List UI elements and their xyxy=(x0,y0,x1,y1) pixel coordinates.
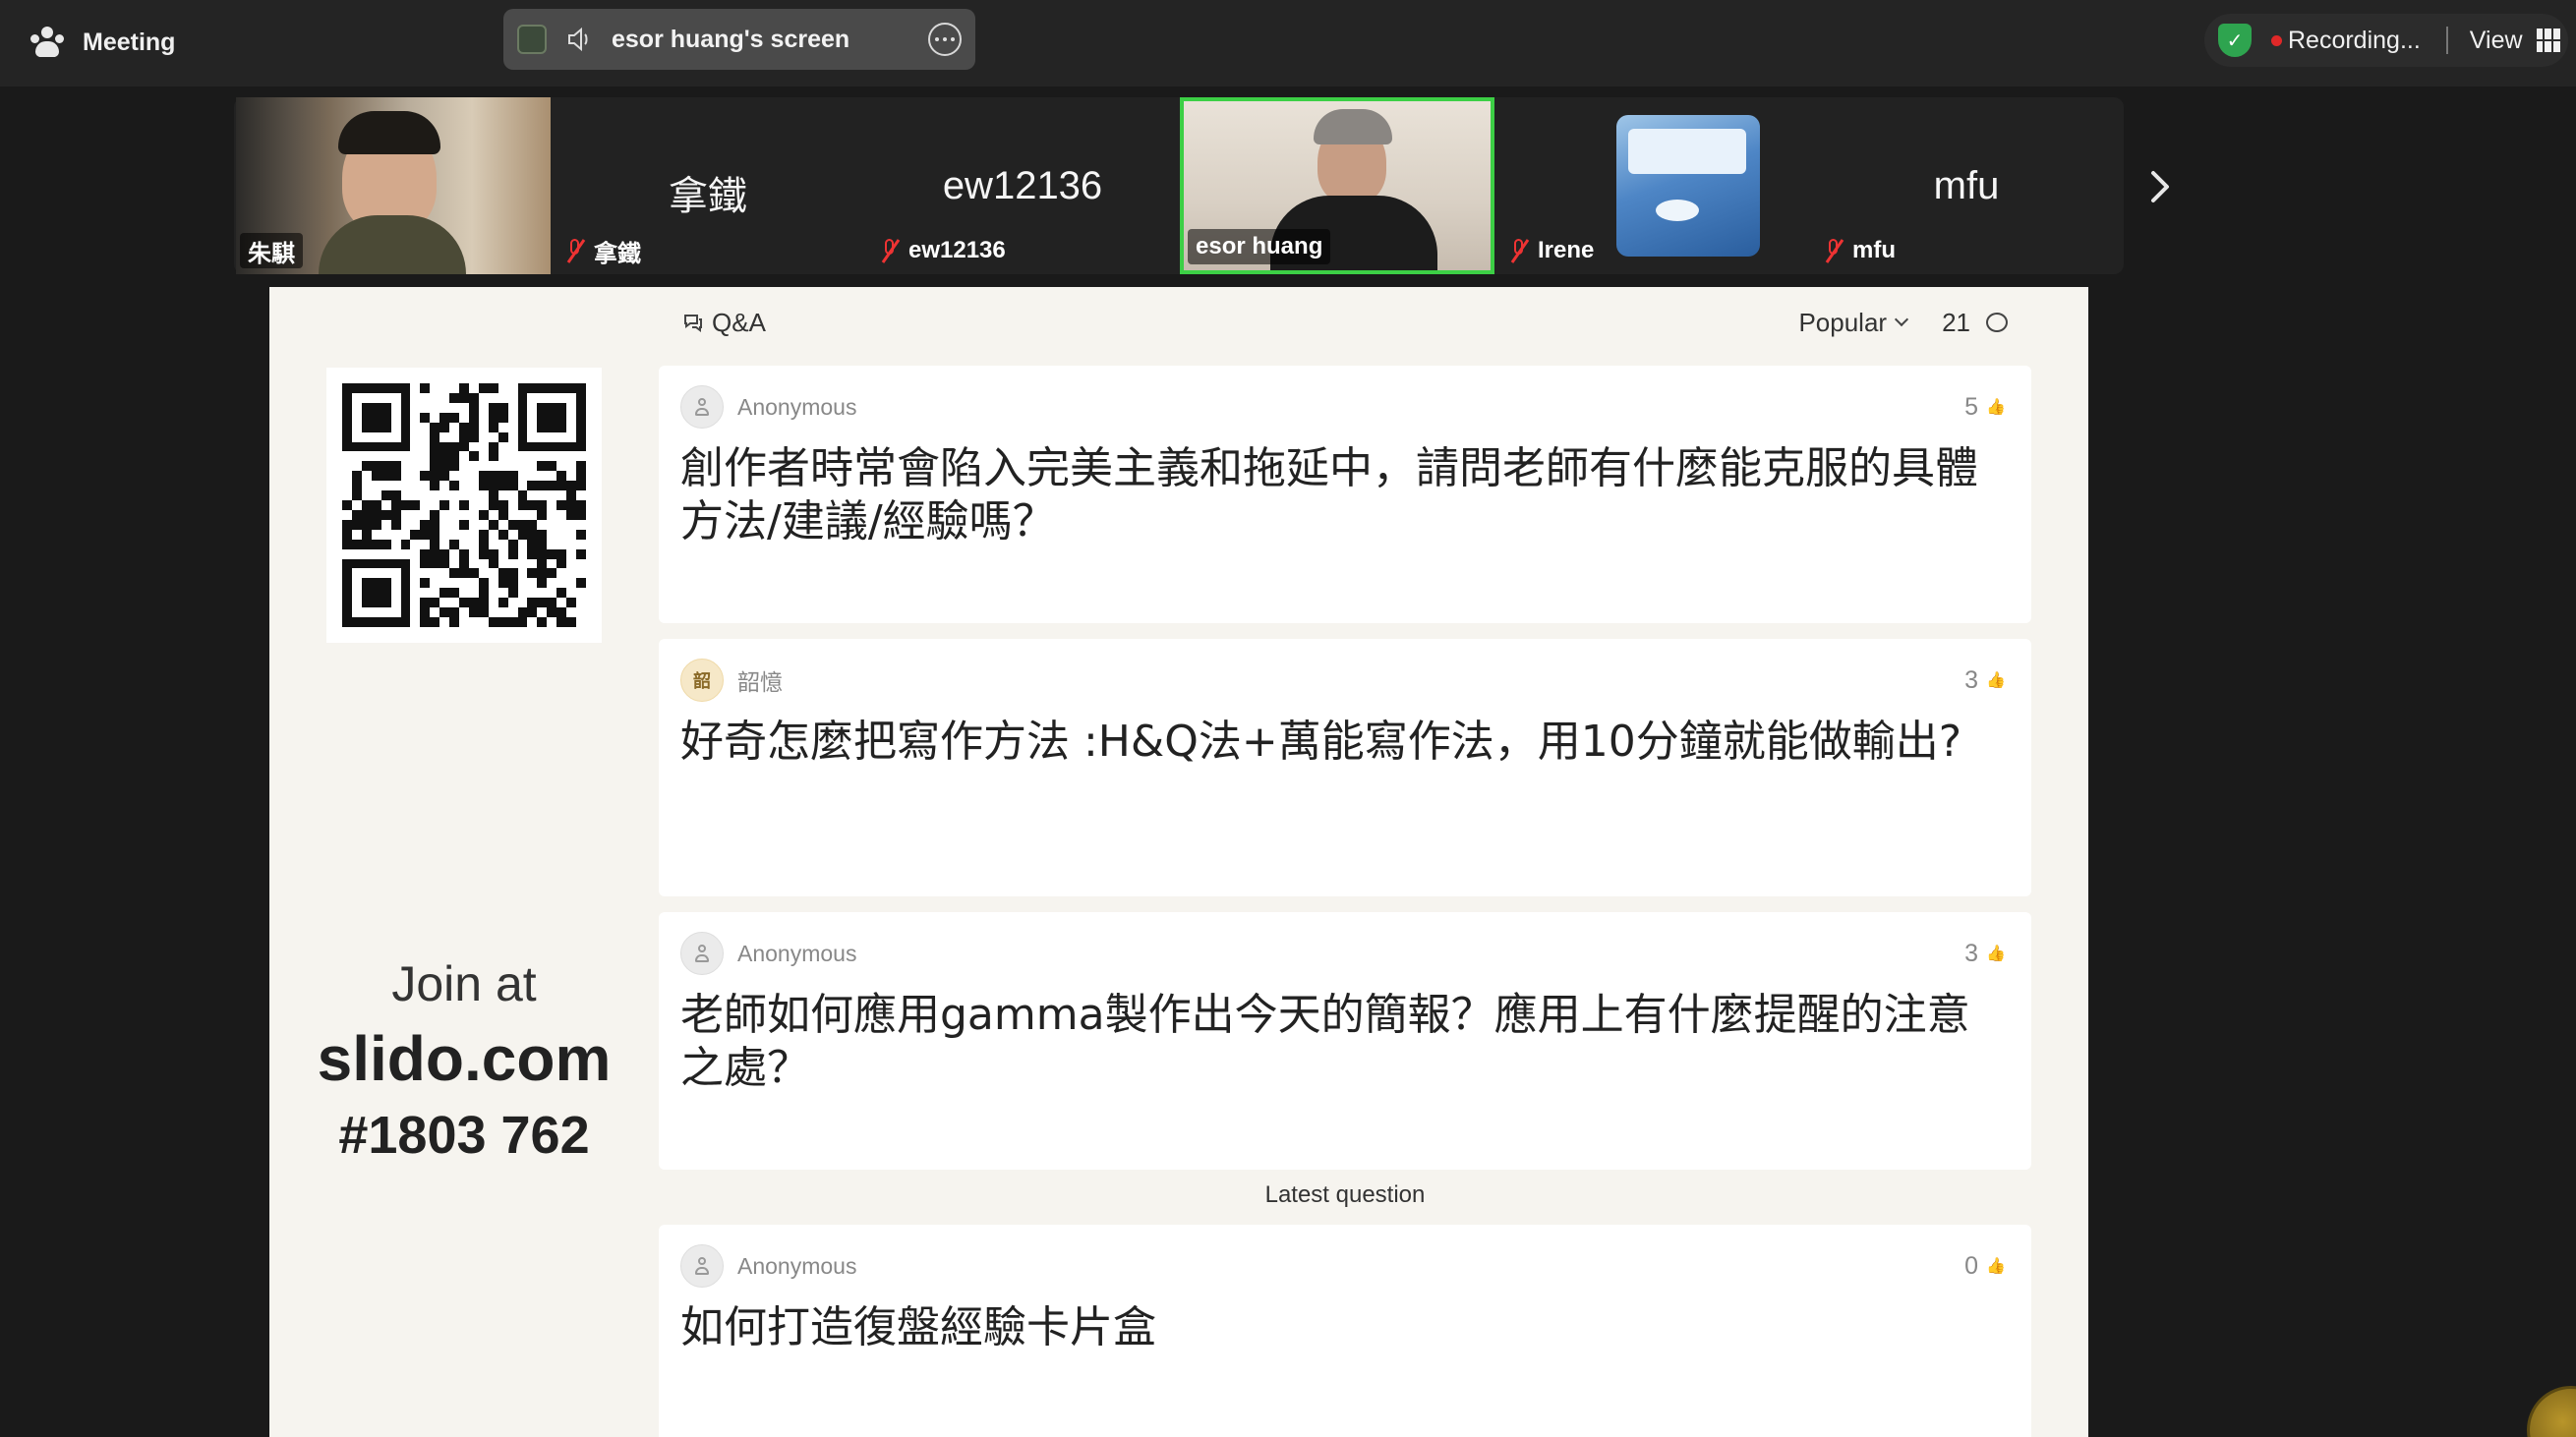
vote-count[interactable]: 3 👍 xyxy=(1964,661,2006,700)
user-icon xyxy=(680,1244,724,1288)
shield-check-icon[interactable]: ✓ xyxy=(2218,24,2252,57)
participant-name: mfu xyxy=(1852,237,1896,263)
participant-display-name: 拿鐵 xyxy=(669,175,747,218)
participant-label: 朱騏 xyxy=(240,233,303,268)
meeting-label: Meeting xyxy=(83,28,176,56)
participant-display-name: ew12136 xyxy=(942,164,1103,207)
participant-name: Irene xyxy=(1538,237,1595,263)
thumbs-up-icon: 👍 xyxy=(1986,672,2006,689)
vote-number: 0 xyxy=(1964,1251,1979,1280)
divider xyxy=(2445,27,2448,54)
user-icon xyxy=(680,932,724,975)
mic-muted-icon xyxy=(562,237,586,264)
participant-label: mfu xyxy=(1813,233,1903,268)
qa-header: Q&A xyxy=(682,305,766,340)
user-avatar: 韶 xyxy=(680,659,724,702)
question-text: 如何打造復盤經驗卡片盒 xyxy=(680,1302,1156,1352)
vote-number: 3 xyxy=(1964,939,1979,967)
participant-avatar xyxy=(1616,115,1760,257)
participant-strip: 朱騏 拿鐵 拿鐵 ew12136 ew12136 esor huang Iren… xyxy=(234,97,2124,274)
question-text: 創作者時常會陷入完美主義和拖延中，請問老師有什麼能克服的具體方法/建議/經驗嗎？ xyxy=(680,443,1978,546)
participant-name: 拿鐵 xyxy=(594,240,641,267)
grid-view-icon[interactable] xyxy=(2536,29,2560,52)
user-icon xyxy=(680,385,724,429)
event-code: #1803 762 xyxy=(338,1106,590,1165)
thumbs-up-icon: 👍 xyxy=(1986,1258,2006,1275)
chevron-down-icon xyxy=(1895,312,1909,327)
question-card[interactable]: Anonymous 5 👍 創作者時常會陷入完美主義和拖延中，請問老師有什麼能克… xyxy=(659,366,2031,623)
participant-label: esor huang xyxy=(1188,229,1331,264)
qa-icon xyxy=(684,315,702,332)
more-options-icon[interactable] xyxy=(928,23,962,56)
mic-muted-icon xyxy=(1821,237,1844,264)
question-card[interactable]: Anonymous 0 👍 如何打造復盤經驗卡片盒 xyxy=(659,1225,2031,1437)
vote-number: 5 xyxy=(1964,392,1979,421)
sort-label: Popular xyxy=(1798,307,1888,337)
question-text: 老師如何應用gamma製作出今天的簡報？應用上有什麼提醒的注意之處？ xyxy=(680,990,1970,1093)
question-text: 好奇怎麼把寫作方法 :H&Q法+萬能寫作法，用10分鐘就能做輸出? xyxy=(680,717,1962,767)
recording-label[interactable]: Recording... xyxy=(2288,27,2421,55)
join-site: slido.com xyxy=(317,1023,612,1094)
mic-muted-icon xyxy=(877,237,901,264)
author-name: Anonymous xyxy=(737,940,857,966)
participant-name: esor huang xyxy=(1196,233,1323,259)
author-name: Anonymous xyxy=(737,393,857,420)
vote-count[interactable]: 3 👍 xyxy=(1964,934,2006,973)
participant-tile[interactable]: Irene xyxy=(1494,97,1809,274)
qa-title: Q&A xyxy=(712,307,766,337)
top-bar: Meeting esor huang's screen ✓ Recording.… xyxy=(0,0,2576,86)
participant-tile[interactable]: 朱騏 xyxy=(236,97,551,274)
sort-dropdown[interactable]: Popular 21 xyxy=(1798,305,2008,340)
comment-icon xyxy=(1986,313,2008,332)
question-author: Anonymous xyxy=(680,1244,856,1288)
active-speaker-tile[interactable]: esor huang xyxy=(1180,97,1494,274)
share-label: esor huang's screen xyxy=(612,25,850,53)
participant-label: Irene xyxy=(1498,233,1602,268)
author-name: 韶憶 xyxy=(737,669,783,695)
thumbs-up-icon: 👍 xyxy=(1986,946,2006,962)
vote-count[interactable]: 0 👍 xyxy=(1964,1246,2006,1286)
mic-muted-icon xyxy=(1506,237,1530,264)
meeting-menu[interactable]: Meeting xyxy=(29,20,175,65)
sharer-avatar xyxy=(517,25,547,54)
chevron-right-icon[interactable] xyxy=(2145,167,2175,206)
participant-name: 朱騏 xyxy=(248,240,295,267)
thumbs-up-icon: 👍 xyxy=(1986,399,2006,416)
screen-share-indicator[interactable]: esor huang's screen xyxy=(503,9,975,70)
join-at-label: Join at xyxy=(391,956,537,1011)
participant-display-name: mfu xyxy=(1933,164,2000,207)
participant-label: ew12136 xyxy=(869,233,1014,268)
author-name: Anonymous xyxy=(737,1252,857,1279)
recording-status: ✓ Recording... View xyxy=(2204,14,2568,67)
participant-label: 拿鐵 xyxy=(555,233,649,268)
participant-tile[interactable]: mfu mfu xyxy=(1809,97,2124,274)
question-author: 韶 韶憶 xyxy=(680,659,783,702)
qr-code xyxy=(326,368,602,643)
participant-tile[interactable]: ew12136 ew12136 xyxy=(865,97,1180,274)
question-card[interactable]: 韶 韶憶 3 👍 好奇怎麼把寫作方法 :H&Q法+萬能寫作法，用10分鐘就能做輸… xyxy=(659,639,2031,896)
recording-dot-icon xyxy=(2271,34,2282,46)
question-count: 21 xyxy=(1942,307,1970,337)
latest-question-label: Latest question xyxy=(1264,1181,1426,1208)
floating-avatar[interactable] xyxy=(2527,1386,2576,1437)
question-author: Anonymous xyxy=(680,385,856,429)
speaker-icon xyxy=(564,25,594,54)
view-button[interactable]: View xyxy=(2470,27,2523,55)
vote-count[interactable]: 5 👍 xyxy=(1964,387,2006,427)
join-info: Join at slido.com #1803 762 xyxy=(269,955,659,1166)
participant-tile[interactable]: 拿鐵 拿鐵 xyxy=(551,97,865,274)
shared-screen-slido: Join at slido.com #1803 762 Q&A Popular … xyxy=(269,287,2088,1437)
vote-number: 3 xyxy=(1964,665,1979,694)
participant-name: ew12136 xyxy=(908,237,1006,263)
meeting-icon xyxy=(29,25,65,60)
qr-code-image xyxy=(342,383,586,627)
question-author: Anonymous xyxy=(680,932,856,975)
question-card[interactable]: Anonymous 3 👍 老師如何應用gamma製作出今天的簡報？應用上有什麼… xyxy=(659,912,2031,1170)
